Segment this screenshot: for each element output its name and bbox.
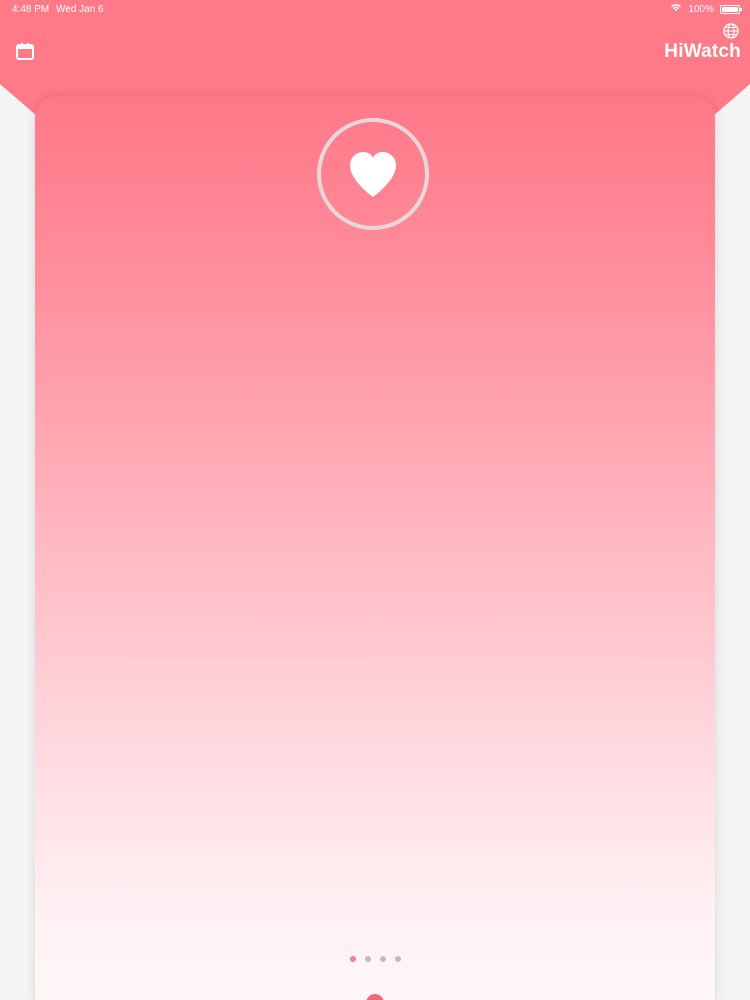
status-date: Wed Jan 6 (56, 4, 104, 15)
status-right: 100% (670, 3, 742, 15)
page-indicator (350, 956, 401, 962)
battery-percentage: 100% (688, 3, 714, 15)
status-time: 4:48 PM (12, 4, 50, 15)
globe-button[interactable] (722, 22, 740, 40)
wifi-icon (670, 3, 682, 15)
battery-icon (720, 4, 742, 14)
heart-icon (350, 152, 396, 197)
calendar-button[interactable] (14, 41, 36, 63)
page-dot[interactable] (380, 956, 386, 962)
app-title: HiWatch (664, 41, 741, 62)
status-bar: 4:48 PM Wed Jan 6 100% (0, 0, 750, 20)
heart-button[interactable] (317, 118, 429, 230)
calendar-icon (16, 43, 34, 60)
page-dot[interactable] (365, 956, 371, 962)
page-dot[interactable] (350, 956, 356, 962)
globe-icon (723, 23, 739, 39)
page-dot[interactable] (395, 956, 401, 962)
app-screen: 4:48 PM Wed Jan 6 100% HiWatch (0, 0, 750, 1000)
main-card (35, 96, 715, 1000)
